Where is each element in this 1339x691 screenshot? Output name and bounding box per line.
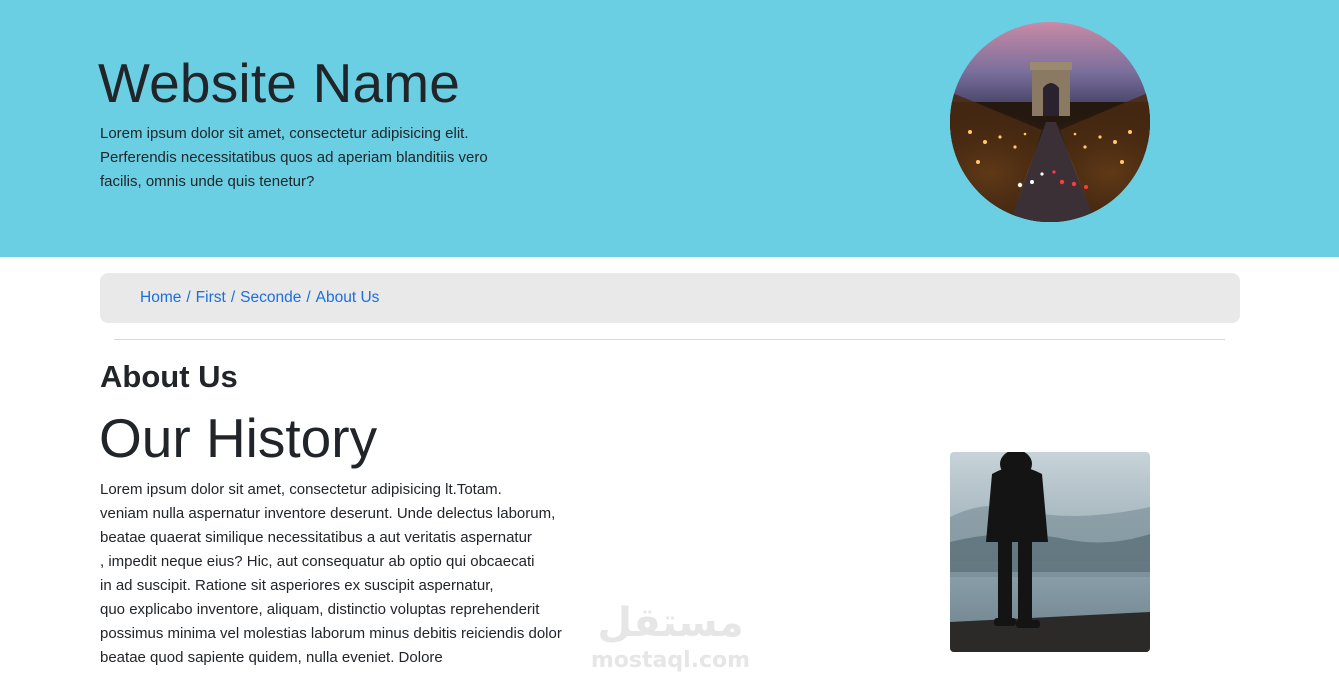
breadcrumb-seconde[interactable]: Seconde: [240, 289, 301, 307]
section-divider: [114, 339, 1225, 340]
hero-header: Website Name Lorem ipsum dolor sit amet,…: [0, 0, 1339, 257]
history-line: beatae quod sapiente quidem, nulla eveni…: [100, 649, 443, 666]
history-line: Lorem ipsum dolor sit amet, consectetur …: [100, 481, 502, 498]
person-by-lake-photo: [950, 452, 1150, 652]
breadcrumb-separator: /: [306, 289, 311, 306]
breadcrumb-home[interactable]: Home: [140, 289, 181, 307]
breadcrumb-first[interactable]: First: [196, 289, 226, 307]
history-line: in ad suscipit. Ratione sit asperiores e…: [100, 577, 494, 594]
history-paragraph: Lorem ipsum dolor sit amet, consectetur …: [100, 478, 600, 670]
history-line: veniam nulla aspernatur inventore deseru…: [100, 505, 556, 522]
mostaql-watermark: مستقل mostaql.com: [588, 600, 753, 680]
breadcrumb: Home / First / Seconde / About Us: [100, 273, 1240, 323]
site-title: Website Name: [98, 52, 461, 114]
history-line: beatae quaerat similique necessitatibus …: [100, 529, 532, 546]
history-title: Our History: [99, 407, 378, 469]
breadcrumb-separator: /: [186, 289, 191, 306]
city-avenue-photo: [950, 22, 1150, 222]
breadcrumb-about-us[interactable]: About Us: [316, 289, 380, 307]
breadcrumb-separator: /: [230, 289, 236, 306]
history-line: possimus minima vel molestias laborum mi…: [100, 625, 562, 642]
history-line: , impedit neque eius? Hic, aut consequat…: [100, 553, 535, 570]
watermark-arabic: مستقل: [597, 600, 744, 646]
hero-lead-text: Lorem ipsum dolor sit amet, consectetur …: [100, 125, 488, 190]
watermark-latin: mostaql.com: [590, 648, 751, 673]
section-title: About Us: [100, 359, 238, 394]
history-line: quo explicabo inventore, aliquam, distin…: [100, 601, 540, 618]
